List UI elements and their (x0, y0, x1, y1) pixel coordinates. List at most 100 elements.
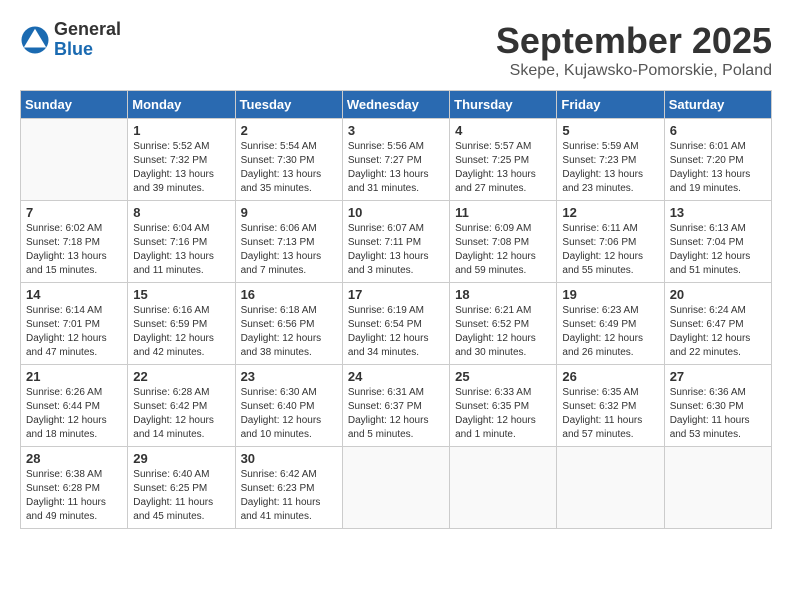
day-info: Sunrise: 6:31 AMSunset: 6:37 PMDaylight:… (348, 386, 444, 442)
logo: General Blue (20, 20, 121, 60)
logo-general: General (54, 20, 121, 40)
logo-text: General Blue (54, 20, 121, 60)
day-number: 10 (348, 205, 444, 220)
day-number: 15 (133, 287, 229, 302)
page-header: General Blue September 2025 Skepe, Kujaw… (20, 20, 772, 80)
calendar-week-1: 1 Sunrise: 5:52 AMSunset: 7:32 PMDaylight… (21, 119, 772, 201)
day-number: 23 (241, 369, 337, 384)
day-info: Sunrise: 6:24 AMSunset: 6:47 PMDaylight:… (670, 304, 766, 360)
table-row (342, 447, 449, 529)
day-number: 27 (670, 369, 766, 384)
day-number: 6 (670, 123, 766, 138)
day-number: 18 (455, 287, 551, 302)
table-row: 28Sunrise: 6:38 AMSunset: 6:28 PMDayligh… (21, 447, 128, 529)
day-number: 12 (562, 205, 658, 220)
day-number: 4 (455, 123, 551, 138)
day-number: 21 (26, 369, 122, 384)
day-info: Sunrise: 5:52 AMSunset: 7:32 PMDaylight:… (133, 140, 229, 196)
day-info: Sunrise: 5:54 AMSunset: 7:30 PMDaylight:… (241, 140, 337, 196)
table-row: 6 Sunrise: 6:01 AMSunset: 7:20 PMDaylight… (664, 119, 771, 201)
day-info: Sunrise: 6:30 AMSunset: 6:40 PMDaylight:… (241, 386, 337, 442)
calendar-week-3: 14Sunrise: 6:14 AMSunset: 7:01 PMDayligh… (21, 283, 772, 365)
table-row: 4 Sunrise: 5:57 AMSunset: 7:25 PMDaylight… (450, 119, 557, 201)
table-row: 16 Sunrise: 6:18 AMSunset: 6:56 PMDayligh… (235, 283, 342, 365)
day-info: Sunrise: 6:21 AMSunset: 6:52 PMDaylight:… (455, 304, 551, 360)
table-row (450, 447, 557, 529)
day-info: Sunrise: 6:40 AMSunset: 6:25 PMDaylight:… (133, 468, 229, 524)
day-info: Sunrise: 6:42 AMSunset: 6:23 PMDaylight:… (241, 468, 337, 524)
logo-icon (20, 25, 50, 55)
day-number: 26 (562, 369, 658, 384)
location: Skepe, Kujawsko-Pomorskie, Poland (496, 62, 772, 80)
table-row: 26 Sunrise: 6:35 AMSunset: 6:32 PMDayligh… (557, 365, 664, 447)
weekday-monday: Monday (128, 91, 235, 119)
day-number: 13 (670, 205, 766, 220)
calendar-week-2: 7Sunrise: 6:02 AMSunset: 7:18 PMDaylight… (21, 201, 772, 283)
table-row: 10 Sunrise: 6:07 AMSunset: 7:11 PMDayligh… (342, 201, 449, 283)
table-row: 30Sunrise: 6:42 AMSunset: 6:23 PMDayligh… (235, 447, 342, 529)
day-number: 11 (455, 205, 551, 220)
calendar-week-4: 21 Sunrise: 6:26 AMSunset: 6:44 PMDayligh… (21, 365, 772, 447)
day-number: 29 (133, 451, 229, 466)
weekday-row: Sunday Monday Tuesday Wednesday Thursday… (21, 91, 772, 119)
day-number: 22 (133, 369, 229, 384)
day-number: 16 (241, 287, 337, 302)
table-row: 8 Sunrise: 6:04 AMSunset: 7:16 PMDaylight… (128, 201, 235, 283)
calendar-body: 1 Sunrise: 5:52 AMSunset: 7:32 PMDaylight… (21, 119, 772, 529)
table-row: 20 Sunrise: 6:24 AMSunset: 6:47 PMDayligh… (664, 283, 771, 365)
day-info: Sunrise: 6:36 AMSunset: 6:30 PMDaylight:… (670, 386, 766, 442)
table-row (664, 447, 771, 529)
day-info: Sunrise: 6:19 AMSunset: 6:54 PMDaylight:… (348, 304, 444, 360)
day-number: 5 (562, 123, 658, 138)
table-row: 11Sunrise: 6:09 AMSunset: 7:08 PMDayligh… (450, 201, 557, 283)
table-row: 15 Sunrise: 6:16 AMSunset: 6:59 PMDayligh… (128, 283, 235, 365)
calendar-week-5: 28Sunrise: 6:38 AMSunset: 6:28 PMDayligh… (21, 447, 772, 529)
day-number: 25 (455, 369, 551, 384)
day-info: Sunrise: 6:23 AMSunset: 6:49 PMDaylight:… (562, 304, 658, 360)
day-number: 24 (348, 369, 444, 384)
table-row: 7Sunrise: 6:02 AMSunset: 7:18 PMDaylight… (21, 201, 128, 283)
table-row: 21 Sunrise: 6:26 AMSunset: 6:44 PMDayligh… (21, 365, 128, 447)
day-info: Sunrise: 6:26 AMSunset: 6:44 PMDaylight:… (26, 386, 122, 442)
day-info: Sunrise: 6:13 AMSunset: 7:04 PMDaylight:… (670, 222, 766, 278)
table-row: 13 Sunrise: 6:13 AMSunset: 7:04 PMDayligh… (664, 201, 771, 283)
table-row: 18 Sunrise: 6:21 AMSunset: 6:52 PMDayligh… (450, 283, 557, 365)
weekday-tuesday: Tuesday (235, 91, 342, 119)
day-info: Sunrise: 6:35 AMSunset: 6:32 PMDaylight:… (562, 386, 658, 442)
day-number: 20 (670, 287, 766, 302)
day-info: Sunrise: 6:04 AMSunset: 7:16 PMDaylight:… (133, 222, 229, 278)
day-info: Sunrise: 5:59 AMSunset: 7:23 PMDaylight:… (562, 140, 658, 196)
day-number: 8 (133, 205, 229, 220)
weekday-saturday: Saturday (664, 91, 771, 119)
table-row: 3Sunrise: 5:56 AMSunset: 7:27 PMDaylight… (342, 119, 449, 201)
day-number: 3 (348, 123, 444, 138)
day-number: 14 (26, 287, 122, 302)
table-row: 23 Sunrise: 6:30 AMSunset: 6:40 PMDayligh… (235, 365, 342, 447)
day-info: Sunrise: 6:28 AMSunset: 6:42 PMDaylight:… (133, 386, 229, 442)
day-info: Sunrise: 6:18 AMSunset: 6:56 PMDaylight:… (241, 304, 337, 360)
day-info: Sunrise: 6:11 AMSunset: 7:06 PMDaylight:… (562, 222, 658, 278)
day-info: Sunrise: 6:06 AMSunset: 7:13 PMDaylight:… (241, 222, 337, 278)
day-number: 19 (562, 287, 658, 302)
day-info: Sunrise: 6:01 AMSunset: 7:20 PMDaylight:… (670, 140, 766, 196)
calendar-header: Sunday Monday Tuesday Wednesday Thursday… (21, 91, 772, 119)
table-row (557, 447, 664, 529)
table-row: 2 Sunrise: 5:54 AMSunset: 7:30 PMDaylight… (235, 119, 342, 201)
weekday-friday: Friday (557, 91, 664, 119)
table-row (21, 119, 128, 201)
day-number: 2 (241, 123, 337, 138)
day-info: Sunrise: 6:07 AMSunset: 7:11 PMDaylight:… (348, 222, 444, 278)
day-info: Sunrise: 5:57 AMSunset: 7:25 PMDaylight:… (455, 140, 551, 196)
table-row: 24 Sunrise: 6:31 AMSunset: 6:37 PMDayligh… (342, 365, 449, 447)
table-row: 1 Sunrise: 5:52 AMSunset: 7:32 PMDaylight… (128, 119, 235, 201)
calendar-table: Sunday Monday Tuesday Wednesday Thursday… (20, 90, 772, 529)
day-info: Sunrise: 6:16 AMSunset: 6:59 PMDaylight:… (133, 304, 229, 360)
table-row: 14Sunrise: 6:14 AMSunset: 7:01 PMDayligh… (21, 283, 128, 365)
day-number: 1 (133, 123, 229, 138)
table-row: 29 Sunrise: 6:40 AMSunset: 6:25 PMDayligh… (128, 447, 235, 529)
month-title: September 2025 (496, 20, 772, 62)
weekday-thursday: Thursday (450, 91, 557, 119)
table-row: 22 Sunrise: 6:28 AMSunset: 6:42 PMDayligh… (128, 365, 235, 447)
table-row: 19 Sunrise: 6:23 AMSunset: 6:49 PMDayligh… (557, 283, 664, 365)
weekday-sunday: Sunday (21, 91, 128, 119)
